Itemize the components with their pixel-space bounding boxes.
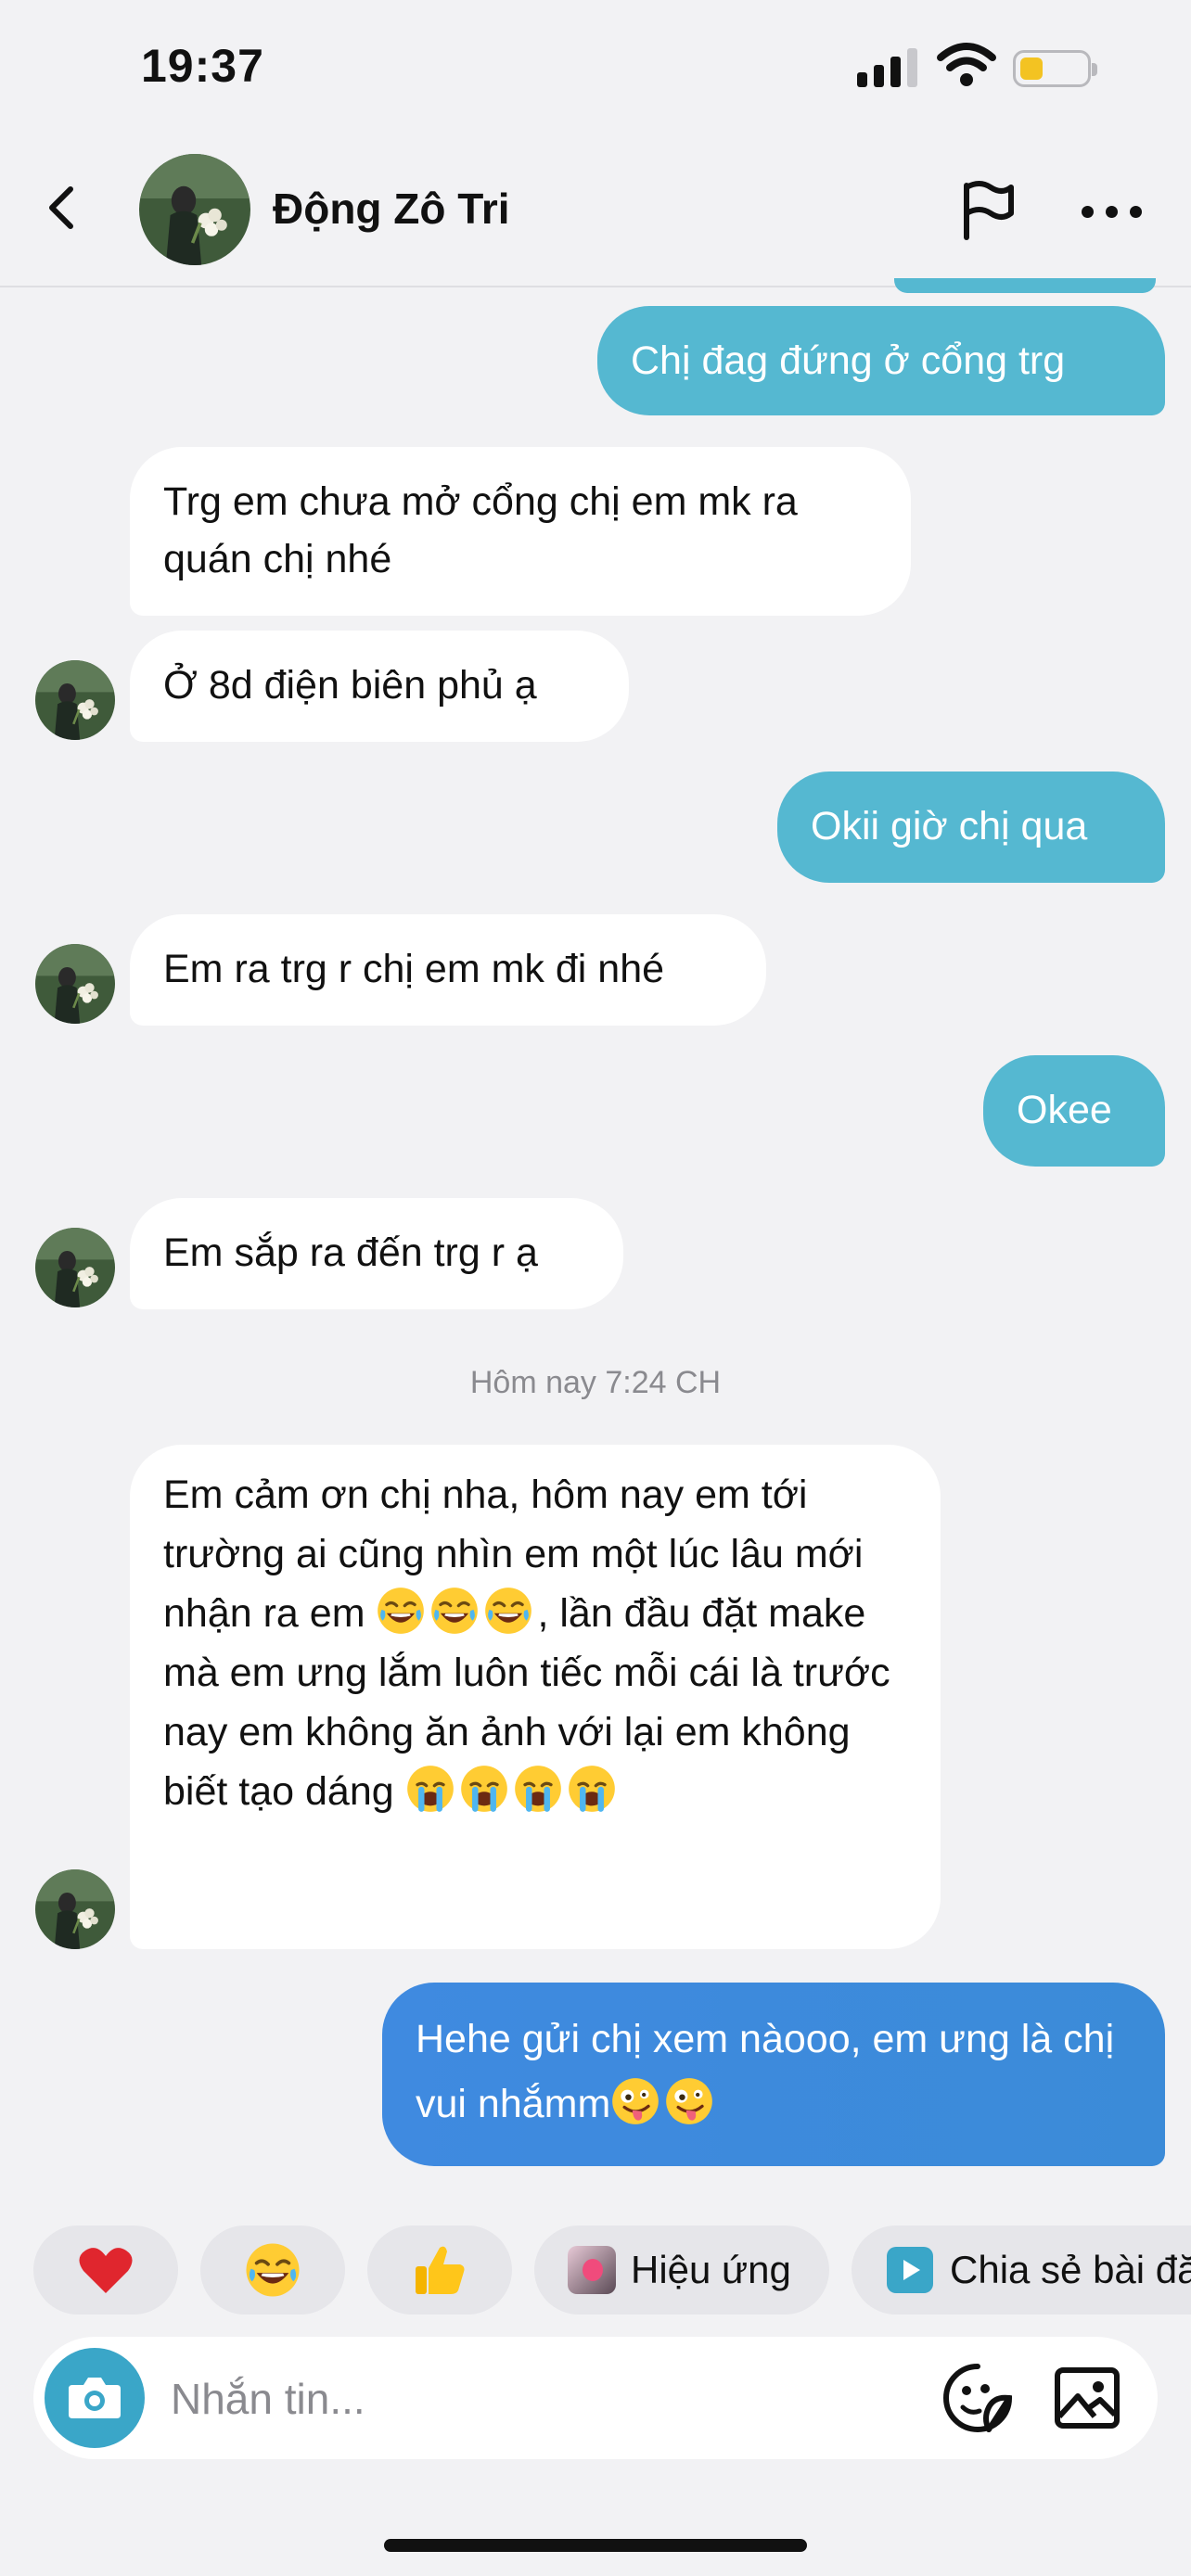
message-incoming[interactable]: Ở 8d điện biên phủ ạ [130,631,629,742]
back-arrow-icon[interactable] [35,180,91,236]
crying-emoji-icon [459,1764,509,1814]
quick-reaction-thumbs-up[interactable] [367,2225,512,2315]
crying-emoji-icon [567,1764,617,1814]
sender-avatar[interactable] [35,1228,115,1307]
crying-emoji-icon [405,1764,455,1814]
camera-icon [69,2378,121,2418]
zany-face-emoji-icon [664,2076,714,2126]
laughing-emoji-icon [483,1586,533,1636]
play-video-icon [887,2247,933,2293]
thumbs-up-icon [416,2246,465,2294]
image-gallery-icon[interactable] [1052,2363,1122,2433]
crying-emoji-icon [513,1764,563,1814]
message-outgoing[interactable]: Okee [983,1055,1165,1167]
message-outgoing-latest[interactable]: Hehe gửi chị xem nàooo, em ưng là chị vu… [382,1983,1165,2166]
message-input[interactable] [169,2365,933,2433]
quick-reaction-laugh[interactable] [200,2225,345,2315]
heart-icon [79,2248,133,2293]
zany-face-emoji-icon [610,2076,660,2126]
message-text: Okee [1017,1088,1112,1132]
timestamp-divider: Hôm nay 7:24 CH [469,1365,722,1400]
sticker-icon[interactable] [941,2361,1015,2435]
message-text: Em ra trg r chị em mk đi nhé [163,947,665,991]
message-incoming[interactable]: Em ra trg r chị em mk đi nhé [130,914,766,1026]
effects-label: Hiệu ứng [631,2248,791,2291]
message-incoming[interactable]: Trg em chưa mở cổng chị em mk ra quán ch… [130,447,911,616]
laughing-emoji-icon [376,1586,426,1636]
message-outgoing[interactable]: Chị đag đứng ở cổng trg [597,306,1165,415]
contact-name[interactable]: Động Zô Tri [273,184,510,234]
sender-avatar[interactable] [35,660,115,740]
share-post-chip[interactable]: Chia sẻ bài đă [852,2225,1191,2315]
message-text: Chị đag đứng ở cổng trg [631,338,1066,383]
message-text: Okii giờ chị qua [811,804,1088,848]
share-post-label: Chia sẻ bài đă [950,2248,1191,2291]
camera-button[interactable] [45,2348,145,2448]
message-outgoing[interactable]: Okii giờ chị qua [777,772,1165,883]
message-text: Em sắp ra đến trg r ạ [163,1231,538,1275]
quick-reaction-heart[interactable] [33,2225,178,2315]
wifi-icon [937,43,996,86]
message-text: Trg em chưa mở cổng chị em mk ra quán ch… [163,479,798,581]
message-composer [33,2337,1158,2459]
report-flag-icon[interactable] [955,178,1018,243]
message-incoming[interactable]: Em sắp ra đến trg r ạ [130,1198,623,1309]
contact-avatar[interactable] [139,154,250,265]
chat-header: Động Zô Tri [0,139,1191,287]
message-text: Hehe gửi chị xem nàooo, em ưng là chị vu… [416,2017,1115,2126]
message-incoming[interactable]: Em cảm ơn chị nha, hôm nay em tới trường… [130,1445,941,1949]
status-time: 19:37 [141,40,264,92]
previous-message-edge [894,278,1156,293]
battery-icon [1013,50,1097,87]
sender-avatar[interactable] [35,1869,115,1949]
home-indicator[interactable] [384,2539,807,2552]
cellular-signal-icon [857,46,918,87]
laughing-emoji-icon [244,2241,301,2299]
sender-avatar[interactable] [35,944,115,1024]
effects-thumbnail-icon [568,2246,616,2294]
effects-chip[interactable]: Hiệu ứng [534,2225,829,2315]
laughing-emoji-icon [429,1586,480,1636]
message-text: Ở 8d điện biên phủ ạ [163,663,537,708]
more-options-icon[interactable] [1078,193,1146,230]
